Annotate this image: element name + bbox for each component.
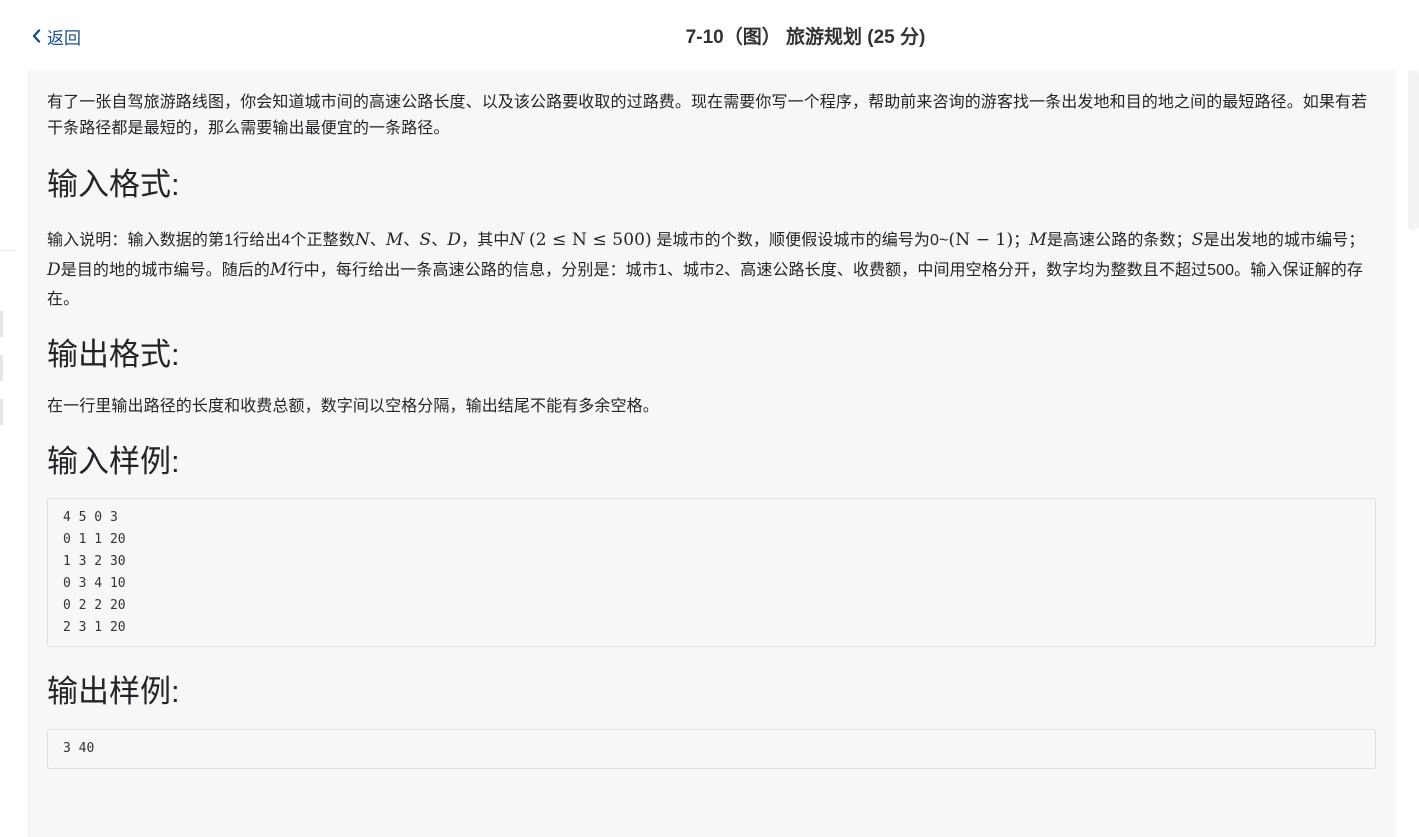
sample-output-heading: 输出样例: [47, 673, 180, 709]
sample-output-code[interactable]: 3 40 [47, 728, 1376, 769]
output-format-text: 在一行里输出路径的长度和收费总额，数字间以空格分隔，输出结尾不能有多余空格。 [47, 397, 659, 415]
output-format-heading: 输出格式: [47, 336, 180, 372]
input-format-heading: 输入格式: [47, 167, 180, 202]
problem-description: 有了一张自驾旅游路线图，你会知道城市间的高速公路长度、以及该公路要收取的过路费。… [47, 94, 1368, 137]
sample-input-code[interactable]: 4 5 0 3 0 1 1 20 1 3 2 30 0 3 4 10 0 2 2… [47, 497, 1376, 647]
page-title: 7-10（图） 旅游规划 (25 分) [685, 27, 926, 48]
sample-input-heading: 输入样例: [47, 443, 180, 479]
input-format-text: 输入说明：输入数据的第1行给出4个正整数N、M、S、D，其中N (2 ≤ N ≤… [47, 230, 1365, 308]
top-bar: 返回 7-10（图） 旅游规划 (25 分) [0, 0, 1419, 70]
scrollbar-track[interactable] [1408, 70, 1419, 230]
problem-panel: 有了一张自驾旅游路线图，你会知道城市间的高速公路长度、以及该公路要收取的过路费。… [27, 70, 1396, 837]
left-edge-decoration [0, 250, 16, 425]
